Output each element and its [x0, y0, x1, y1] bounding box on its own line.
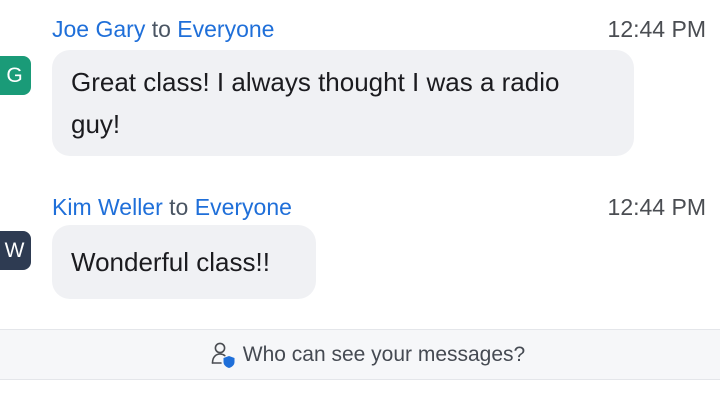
- to-label: to: [151, 16, 171, 42]
- avatar[interactable]: W: [0, 231, 31, 270]
- recipient-name[interactable]: Everyone: [177, 16, 274, 42]
- sender-name[interactable]: Joe Gary: [52, 16, 145, 42]
- visibility-notice-label: Who can see your messages?: [242, 342, 526, 366]
- person-shield-icon: [211, 342, 235, 368]
- message-visibility-notice[interactable]: Who can see your messages?: [0, 329, 720, 380]
- message-header: Kim Weller to Everyone: [52, 193, 292, 221]
- to-label: to: [169, 194, 189, 220]
- sender-name[interactable]: Kim Weller: [52, 194, 163, 220]
- message-bubble[interactable]: Wonderful class!!: [52, 225, 316, 299]
- message-timestamp: 12:44 PM: [607, 194, 706, 220]
- chat-panel: G Joe Gary to Everyone 12:44 PM Great cl…: [0, 0, 720, 401]
- message-text-line: Great class! I always thought I was a ra…: [71, 67, 560, 97]
- recipient-name[interactable]: Everyone: [195, 194, 292, 220]
- message-header: Joe Gary to Everyone: [52, 15, 274, 43]
- message-text-line: Wonderful class!!: [71, 247, 270, 277]
- message-bubble[interactable]: Great class! I always thought I was a ra…: [52, 50, 634, 156]
- visibility-notice-content: Who can see your messages?: [209, 341, 525, 369]
- message-timestamp: 12:44 PM: [607, 16, 706, 42]
- message-text-line: guy!: [71, 109, 121, 139]
- avatar[interactable]: G: [0, 56, 31, 95]
